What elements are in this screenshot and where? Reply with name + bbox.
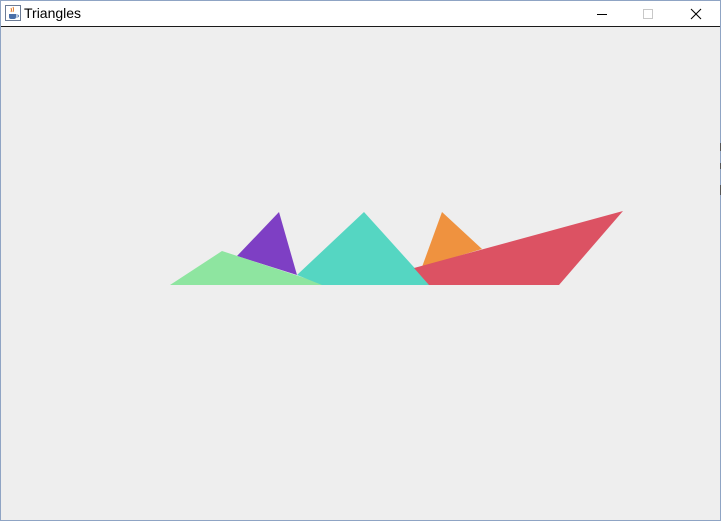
close-icon [690, 8, 702, 20]
title-bar[interactable]: Triangles [1, 1, 720, 27]
java-cup-icon[interactable] [5, 5, 21, 21]
maximize-icon [642, 8, 654, 20]
window-title: Triangles [24, 5, 82, 21]
minimize-icon [596, 8, 608, 20]
turquoise-triangle [297, 212, 430, 285]
app-window: Triangles [0, 0, 721, 521]
minimize-button[interactable] [579, 1, 625, 26]
drawing-canvas [1, 27, 720, 520]
triangles-drawing [170, 211, 623, 285]
close-button[interactable] [673, 1, 719, 26]
maximize-button[interactable] [625, 1, 671, 26]
